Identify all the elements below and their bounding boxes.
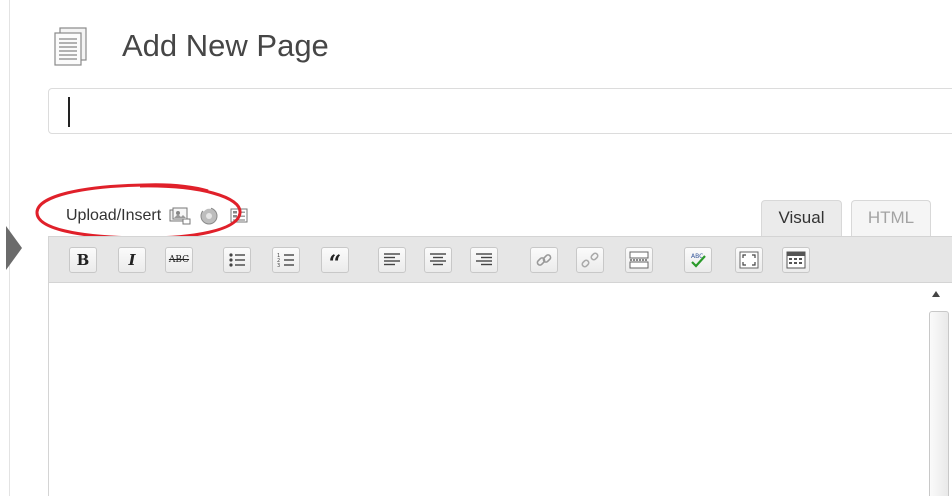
add-media-icon[interactable] xyxy=(199,206,221,226)
upload-insert-label: Upload/Insert xyxy=(66,207,162,224)
title-field-container xyxy=(48,88,952,134)
kitchen-sink-button[interactable] xyxy=(782,247,810,273)
spellcheck-button[interactable]: ABC xyxy=(684,247,712,273)
align-right-button[interactable] xyxy=(470,247,498,273)
fullscreen-icon xyxy=(739,251,759,269)
svg-text:3: 3 xyxy=(277,263,280,268)
unlink-button[interactable] xyxy=(576,247,604,273)
bullet-list-button[interactable] xyxy=(223,247,251,273)
kitchen-sink-icon xyxy=(786,251,806,269)
post-title-input[interactable] xyxy=(49,89,952,133)
add-image-icon[interactable] xyxy=(169,207,191,225)
editor-content-area[interactable] xyxy=(49,283,929,496)
align-left-icon xyxy=(384,253,400,266)
link-icon xyxy=(536,254,552,266)
strikethrough-button[interactable]: ABC xyxy=(165,247,193,273)
align-center-icon xyxy=(430,253,446,266)
scrollbar-thumb[interactable] xyxy=(929,311,949,496)
numbered-list-icon: 123 xyxy=(277,253,294,268)
page-title: Add New Page xyxy=(122,28,329,63)
scroll-up-arrow-icon[interactable] xyxy=(932,291,940,297)
media-buttons-row: Upload/Insert xyxy=(66,204,251,228)
more-tag-icon xyxy=(629,251,649,269)
insert-more-tag-button[interactable] xyxy=(625,247,653,273)
align-left-button[interactable] xyxy=(378,247,406,273)
italic-button[interactable]: I xyxy=(118,247,146,273)
collapse-menu-arrow-icon[interactable] xyxy=(6,226,22,270)
blockquote-icon: “ xyxy=(328,251,342,277)
tab-visual[interactable]: Visual xyxy=(761,200,842,236)
unlink-icon xyxy=(581,252,599,268)
align-center-button[interactable] xyxy=(424,247,452,273)
insert-link-button[interactable] xyxy=(530,247,558,273)
page-icon xyxy=(54,27,87,66)
editor-container: B I ABC 123 “ ABC xyxy=(48,236,952,496)
blockquote-button[interactable]: “ xyxy=(321,247,349,277)
editor-toolbar: B I ABC 123 “ ABC xyxy=(49,237,952,283)
bullet-list-icon xyxy=(229,253,245,267)
editor-scrollbar[interactable] xyxy=(925,283,951,496)
add-form-icon[interactable] xyxy=(229,207,251,225)
numbered-list-button[interactable]: 123 xyxy=(272,247,300,273)
align-right-icon xyxy=(476,253,492,266)
bold-label: B xyxy=(76,250,90,269)
tab-html[interactable]: HTML xyxy=(851,200,931,236)
fullscreen-button[interactable] xyxy=(735,247,763,273)
bold-button[interactable]: B xyxy=(69,247,97,273)
italic-label: I xyxy=(128,250,136,269)
text-caret xyxy=(68,97,70,127)
strikethrough-label: ABC xyxy=(168,254,190,265)
spellcheck-icon: ABC xyxy=(691,253,706,268)
